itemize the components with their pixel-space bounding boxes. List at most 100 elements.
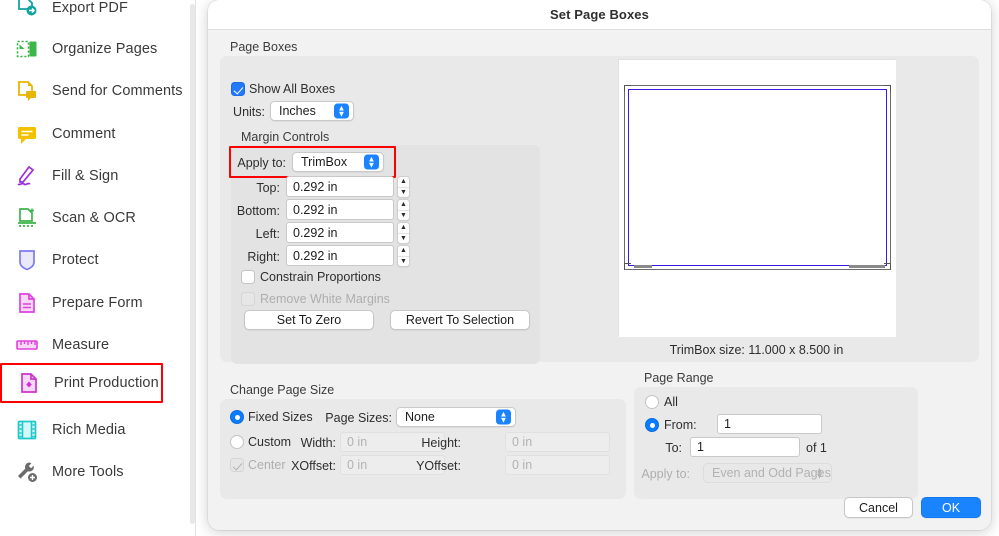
page-preview [618, 59, 895, 336]
height-input[interactable]: 0 in [505, 432, 610, 452]
set-to-zero-button[interactable]: Set To Zero [244, 310, 374, 330]
margin-right-input[interactable]: 0.292 in [286, 245, 394, 266]
comment-icon [14, 121, 40, 147]
page-range-apply-to-select: Even and Odd Pages ▲▼ [703, 463, 832, 483]
sidebar-item-comment[interactable]: Comment [0, 114, 163, 154]
preview-corner-mark [624, 263, 631, 264]
sidebar-item-label: Rich Media [52, 422, 126, 438]
center-checkbox [230, 458, 244, 472]
page-sizes-value: None [405, 410, 435, 424]
sidebar-item-protect[interactable]: Protect [0, 240, 163, 280]
sidebar-item-print-production[interactable]: Print Production [0, 363, 163, 403]
stepper-down-icon[interactable]: ▼ [398, 188, 409, 198]
stepper-up-icon[interactable]: ▲ [398, 200, 409, 211]
constrain-proportions-checkbox[interactable] [241, 270, 255, 284]
prepare-form-icon [14, 290, 40, 316]
margin-top-stepper[interactable]: ▲ ▼ [397, 176, 410, 198]
print-production-icon [16, 370, 42, 396]
remove-white-margins-label: Remove White Margins [260, 292, 390, 306]
margin-right-label: Right: [218, 250, 280, 264]
protect-shield-icon [14, 247, 40, 273]
units-label: Units: [225, 105, 265, 119]
yoffset-label: YOffset: [396, 459, 461, 473]
sidebar-item-fill-and-sign[interactable]: Fill & Sign [0, 156, 163, 196]
page-sizes-label: Page Sizes: [306, 411, 392, 425]
margin-top-input[interactable]: 0.292 in [286, 176, 394, 197]
set-page-boxes-dialog: Set Page Boxes Page Boxes Show All Boxes… [208, 0, 991, 530]
sidebar-divider [195, 0, 196, 536]
margin-left-input[interactable]: 0.292 in [286, 222, 394, 243]
preview-corner-mark [624, 85, 625, 92]
fixed-sizes-radio[interactable] [230, 410, 244, 424]
sidebar-item-send-for-comments[interactable]: Send for Comments [0, 71, 163, 111]
stepper-down-icon[interactable]: ▼ [398, 234, 409, 244]
sidebar-item-label: Measure [52, 337, 109, 353]
height-label: Height: [396, 436, 461, 450]
dialog-titlebar: Set Page Boxes [208, 0, 991, 30]
ok-button[interactable]: OK [921, 497, 981, 518]
stepper-down-icon[interactable]: ▼ [398, 211, 409, 221]
stepper-down-icon[interactable]: ▼ [398, 257, 409, 267]
custom-radio[interactable] [230, 435, 244, 449]
sidebar-item-label: Send for Comments [52, 83, 183, 99]
margin-bottom-stepper[interactable]: ▲ ▼ [397, 199, 410, 221]
scan-and-ocr-icon [14, 205, 40, 231]
xoffset-label: XOffset: [272, 459, 336, 473]
preview-corner-mark [624, 263, 625, 270]
units-select[interactable]: Inches ▲▼ [270, 101, 354, 121]
preview-corner-mark [890, 85, 891, 92]
page-range-all-label: All [664, 395, 678, 409]
dialog-body: Page Boxes Show All Boxes Units: Inches … [208, 30, 991, 530]
trimbox-size-caption: TrimBox size: 11.000 x 8.500 in [618, 343, 895, 357]
page-range-from-input[interactable]: 1 [717, 414, 822, 434]
preview-slug-right [849, 265, 885, 268]
dialog-title: Set Page Boxes [550, 7, 649, 22]
page-range-group-label: Page Range [644, 371, 714, 385]
stepper-up-icon[interactable]: ▲ [398, 177, 409, 188]
page-sizes-select[interactable]: None ▲▼ [396, 407, 516, 427]
sidebar-item-label: Fill & Sign [52, 168, 118, 184]
change-page-size-group-label: Change Page Size [230, 383, 334, 397]
stepper-up-icon[interactable]: ▲ [398, 223, 409, 234]
stepper-up-icon[interactable]: ▲ [398, 246, 409, 257]
measure-ruler-icon [14, 332, 40, 358]
margin-apply-to-value: TrimBox [301, 155, 347, 169]
revert-to-selection-button[interactable]: Revert To Selection [390, 310, 530, 330]
margin-controls-label: Margin Controls [241, 130, 329, 144]
page-range-to-label: To: [628, 441, 682, 455]
sidebar-item-label: Prepare Form [52, 295, 143, 311]
sidebar-item-label: Protect [52, 252, 99, 268]
margin-right-stepper[interactable]: ▲ ▼ [397, 245, 410, 267]
show-all-boxes-label: Show All Boxes [249, 82, 335, 96]
page-range-all-radio[interactable] [645, 395, 659, 409]
page-range-from-radio[interactable] [645, 418, 659, 432]
margin-bottom-input[interactable]: 0.292 in [286, 199, 394, 220]
fixed-sizes-label: Fixed Sizes [248, 410, 313, 424]
sidebar-item-export-pdf[interactable]: Export PDF [0, 0, 163, 28]
rich-media-film-icon [14, 417, 40, 443]
page-range-from-label: From: [664, 418, 697, 432]
sidebar-item-label: Organize Pages [52, 41, 157, 57]
page-range-to-input[interactable]: 1 [690, 437, 800, 457]
preview-slug-left [634, 265, 652, 268]
sidebar-item-rich-media[interactable]: Rich Media [0, 410, 163, 450]
show-all-boxes-checkbox[interactable] [231, 82, 245, 96]
sidebar-item-more-tools[interactable]: More Tools [0, 452, 163, 492]
yoffset-input[interactable]: 0 in [505, 455, 610, 475]
margin-top-label: Top: [218, 181, 280, 195]
width-label: Width: [272, 436, 336, 450]
units-value: Inches [279, 104, 316, 118]
sidebar-item-measure[interactable]: Measure [0, 325, 163, 365]
margin-apply-to-select[interactable]: TrimBox ▲▼ [292, 152, 384, 172]
cancel-button[interactable]: Cancel [844, 497, 913, 518]
sidebar-item-organize-pages[interactable]: Organize Pages [0, 29, 163, 69]
margin-left-stepper[interactable]: ▲ ▼ [397, 222, 410, 244]
sidebar-item-label: Comment [52, 126, 116, 142]
screen: Export PDF Organize Pages [0, 0, 999, 536]
sidebar-item-scan-and-ocr[interactable]: Scan & OCR [0, 198, 163, 238]
more-tools-wrench-icon [14, 459, 40, 485]
sidebar-item-prepare-form[interactable]: Prepare Form [0, 283, 163, 323]
chevron-updown-icon: ▲▼ [496, 410, 511, 425]
page-boxes-group-label: Page Boxes [230, 40, 297, 54]
sidebar-item-label: Export PDF [52, 0, 128, 16]
